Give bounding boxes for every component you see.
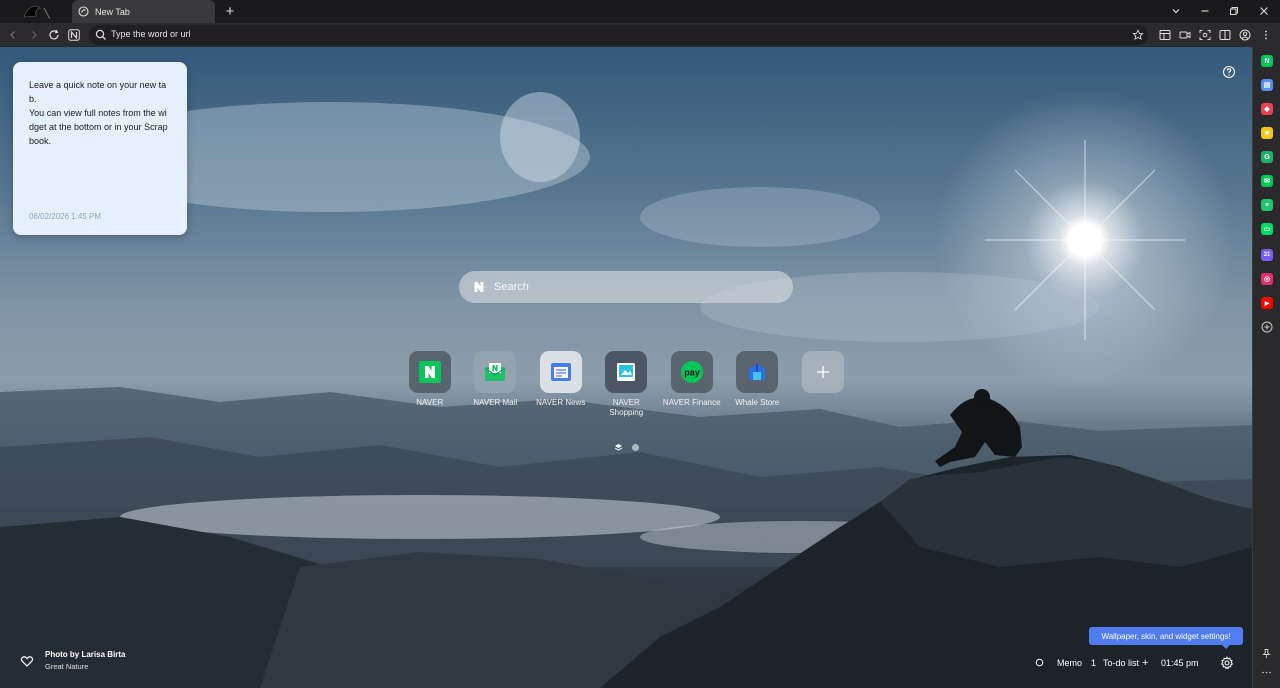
shortcut-label: NAVER (416, 398, 444, 407)
search-icon (95, 29, 106, 40)
whale-store-icon (736, 351, 779, 393)
sidebar-more-icon[interactable] (1261, 667, 1272, 678)
naver-logo-icon (474, 282, 484, 292)
tab-strip: New Tab + (0, 0, 1280, 23)
tab-new-tab[interactable]: New Tab (72, 0, 215, 23)
shortcut-naver-shopping[interactable]: NAVER Shopping (594, 351, 660, 418)
help-icon[interactable] (1222, 65, 1236, 79)
shortcut-grid: NAVER NAVER Mail NAVER News NAVER Shoppi… (397, 351, 856, 418)
more-menu-icon[interactable] (1258, 27, 1274, 43)
naver-shopping-icon (605, 351, 648, 393)
mail-app-icon[interactable]: ✉ (1261, 175, 1273, 187)
address-input[interactable]: Type the word or url (111, 29, 191, 39)
shortcut-naver[interactable]: NAVER (397, 351, 463, 418)
todo-widget-button[interactable]: To-do list + (1103, 656, 1148, 670)
memo-text[interactable]: Leave a quick note on your new tab. You … (29, 78, 171, 148)
memo-date: 06/02/2026 1:45 PM (29, 212, 102, 221)
settings-gear-icon[interactable] (1220, 656, 1234, 670)
shortcut-pager (614, 443, 639, 452)
naver-pay-icon: pay (670, 351, 713, 393)
shortcut-naver-finance[interactable]: pay NAVER Finance (659, 351, 725, 418)
shortcut-naver-news[interactable]: NAVER News (528, 351, 594, 418)
news-app-icon[interactable]: ≡ (1261, 199, 1273, 211)
pocket-app-icon[interactable]: ◆ (1261, 103, 1273, 115)
naver-home-icon[interactable] (66, 27, 82, 43)
toolbar: Type the word or url (0, 23, 1280, 47)
naver-mail-icon (474, 351, 517, 393)
webtoon-app-icon[interactable]: ▭ (1261, 223, 1273, 235)
todo-add-icon[interactable]: + (1142, 657, 1148, 669)
calculator-app-icon[interactable]: ▤ (1261, 79, 1273, 91)
pin-icon[interactable] (1261, 648, 1272, 659)
widget-toggle-icon[interactable] (1035, 658, 1044, 667)
new-tab-page: Leave a quick note on your new tab. You … (0, 47, 1252, 688)
shortcut-label: NAVER Finance (662, 398, 721, 407)
profile-icon[interactable] (1237, 27, 1253, 43)
instagram-app-icon[interactable]: ◎ (1261, 273, 1273, 285)
split-view-icon[interactable] (1217, 27, 1233, 43)
translate-app-icon[interactable]: G (1261, 151, 1273, 163)
search-input[interactable]: Search (494, 281, 529, 293)
memo-count: 1 (1091, 658, 1097, 668)
shortcut-naver-mail[interactable]: NAVER Mail (463, 351, 529, 418)
new-tab-button[interactable]: + (222, 3, 238, 19)
reload-icon[interactable] (46, 27, 62, 43)
memo-label: Memo (1057, 658, 1083, 668)
svg-text:pay: pay (684, 368, 700, 378)
naver-news-icon (539, 351, 582, 393)
shortcut-label: NAVER Mail (473, 398, 518, 407)
add-app-icon[interactable] (1261, 321, 1273, 333)
layers-icon[interactable] (614, 443, 623, 452)
whale-favicon-icon (78, 6, 89, 17)
favorites-app-icon[interactable]: ★ (1261, 127, 1273, 139)
address-bar[interactable]: Type the word or url (89, 25, 1148, 45)
clock: 01:45 pm (1161, 658, 1199, 668)
video-icon[interactable] (1177, 27, 1193, 43)
restore-icon[interactable] (1226, 4, 1242, 18)
side-panel: N ▤ ◆ ★ G ✉ ≡ ▭ 31 ◎ ▶ (1252, 47, 1280, 688)
tab-list-chevron-icon[interactable] (1168, 4, 1184, 18)
photo-credit: Photo by Larisa Birta Great Nature (20, 649, 125, 672)
shortcut-label: NAVER Shopping (609, 398, 644, 417)
sidebar-panel-icon[interactable] (1157, 27, 1173, 43)
settings-tooltip: Wallpaper, skin, and widget settings! (1089, 627, 1243, 649)
page-dot[interactable] (632, 444, 639, 451)
quick-memo-widget[interactable]: Leave a quick note on your new tab. You … (13, 62, 187, 235)
todo-label: To-do list (1103, 658, 1140, 668)
shortcut-label: NAVER News (536, 398, 586, 407)
photo-collection: Great Nature (45, 662, 89, 671)
add-shortcut-icon (801, 351, 844, 393)
naver-icon (408, 351, 451, 393)
whale-logo-icon (23, 5, 51, 20)
shortcut-label: Whale Store (735, 398, 780, 407)
memo-widget-button[interactable]: Memo 1 (1057, 656, 1096, 670)
tab-title: New Tab (95, 6, 130, 17)
forward-icon[interactable] (26, 27, 42, 43)
naver-app-icon[interactable]: N (1261, 55, 1273, 67)
search-box[interactable]: Search (459, 271, 793, 303)
capture-icon[interactable] (1197, 27, 1213, 43)
add-shortcut-button[interactable] (790, 351, 856, 418)
youtube-app-icon[interactable]: ▶ (1261, 297, 1273, 309)
shortcut-whale-store[interactable]: Whale Store (725, 351, 791, 418)
minimize-icon[interactable] (1197, 4, 1213, 18)
back-icon[interactable] (5, 27, 21, 43)
bookmark-star-icon[interactable] (1132, 29, 1144, 41)
photo-author[interactable]: Photo by Larisa Birta (45, 649, 125, 660)
calendar-app-icon[interactable]: 31 (1261, 249, 1273, 261)
close-icon[interactable] (1256, 4, 1272, 18)
heart-icon[interactable] (20, 654, 34, 668)
